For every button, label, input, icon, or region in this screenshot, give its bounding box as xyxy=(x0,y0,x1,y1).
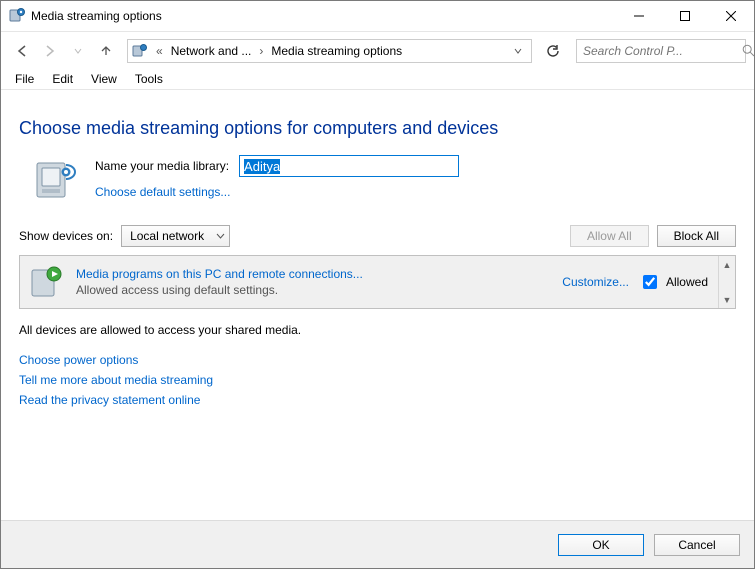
page-heading: Choose media streaming options for compu… xyxy=(19,118,736,139)
app-icon xyxy=(9,8,25,24)
chevron-right-icon[interactable]: › xyxy=(255,44,267,58)
customize-link[interactable]: Customize... xyxy=(562,275,629,289)
show-devices-value: Local network xyxy=(130,229,204,243)
scrollbar[interactable]: ▲ ▼ xyxy=(718,256,735,308)
menu-edit[interactable]: Edit xyxy=(44,70,81,88)
media-device-icon xyxy=(33,155,81,203)
cancel-button[interactable]: Cancel xyxy=(654,534,740,556)
address-bar[interactable]: « Network and ... › Media streaming opti… xyxy=(127,39,532,63)
learn-more-link[interactable]: Tell me more about media streaming xyxy=(19,373,736,387)
titlebar: Media streaming options xyxy=(1,1,754,31)
privacy-statement-link[interactable]: Read the privacy statement online xyxy=(19,393,736,407)
recent-dropdown-button[interactable] xyxy=(65,38,91,64)
block-all-button[interactable]: Block All xyxy=(657,225,736,247)
menu-tools[interactable]: Tools xyxy=(127,70,171,88)
default-settings-link[interactable]: Choose default settings... xyxy=(95,185,459,199)
device-title-link[interactable]: Media programs on this PC and remote con… xyxy=(76,267,363,281)
chevron-down-icon xyxy=(216,232,225,241)
menu-view[interactable]: View xyxy=(83,70,125,88)
device-row[interactable]: Media programs on this PC and remote con… xyxy=(20,256,718,308)
menubar: File Edit View Tools xyxy=(1,69,754,90)
breadcrumb-item[interactable]: Media streaming options xyxy=(271,44,402,58)
nav-toolbar: « Network and ... › Media streaming opti… xyxy=(1,31,754,69)
search-input[interactable] xyxy=(581,43,742,59)
scroll-up-icon[interactable]: ▲ xyxy=(719,256,735,273)
forward-button[interactable] xyxy=(37,38,63,64)
power-options-link[interactable]: Choose power options xyxy=(19,353,736,367)
ok-button[interactable]: OK xyxy=(558,534,644,556)
show-devices-label: Show devices on: xyxy=(19,229,113,243)
scroll-down-icon[interactable]: ▼ xyxy=(719,291,735,308)
status-text: All devices are allowed to access your s… xyxy=(19,323,736,337)
content: Choose media streaming options for compu… xyxy=(1,90,754,520)
chevron-left-icon: « xyxy=(152,44,167,58)
search-icon[interactable] xyxy=(742,44,755,57)
refresh-button[interactable] xyxy=(542,40,564,62)
library-name-input[interactable] xyxy=(239,155,459,177)
menu-file[interactable]: File xyxy=(7,70,42,88)
library-name-label: Name your media library: xyxy=(95,159,229,173)
minimize-button[interactable] xyxy=(616,1,662,31)
back-button[interactable] xyxy=(9,38,35,64)
allowed-text: Allowed xyxy=(666,275,708,289)
search-box[interactable] xyxy=(576,39,746,63)
allow-all-button[interactable]: Allow All xyxy=(570,225,649,247)
device-subtitle: Allowed access using default settings. xyxy=(76,283,363,297)
footer: OK Cancel xyxy=(1,520,754,568)
allowed-checkbox-label[interactable]: Allowed xyxy=(639,272,708,292)
up-button[interactable] xyxy=(93,38,119,64)
address-icon xyxy=(132,43,148,59)
address-dropdown-button[interactable] xyxy=(507,40,529,62)
close-button[interactable] xyxy=(708,1,754,31)
device-list: Media programs on this PC and remote con… xyxy=(19,255,736,309)
show-devices-select[interactable]: Local network xyxy=(121,225,230,247)
device-icon xyxy=(30,264,66,300)
maximize-button[interactable] xyxy=(662,1,708,31)
breadcrumb-item[interactable]: Network and ... xyxy=(171,44,252,58)
allowed-checkbox[interactable] xyxy=(643,275,657,289)
window-title: Media streaming options xyxy=(31,9,616,23)
